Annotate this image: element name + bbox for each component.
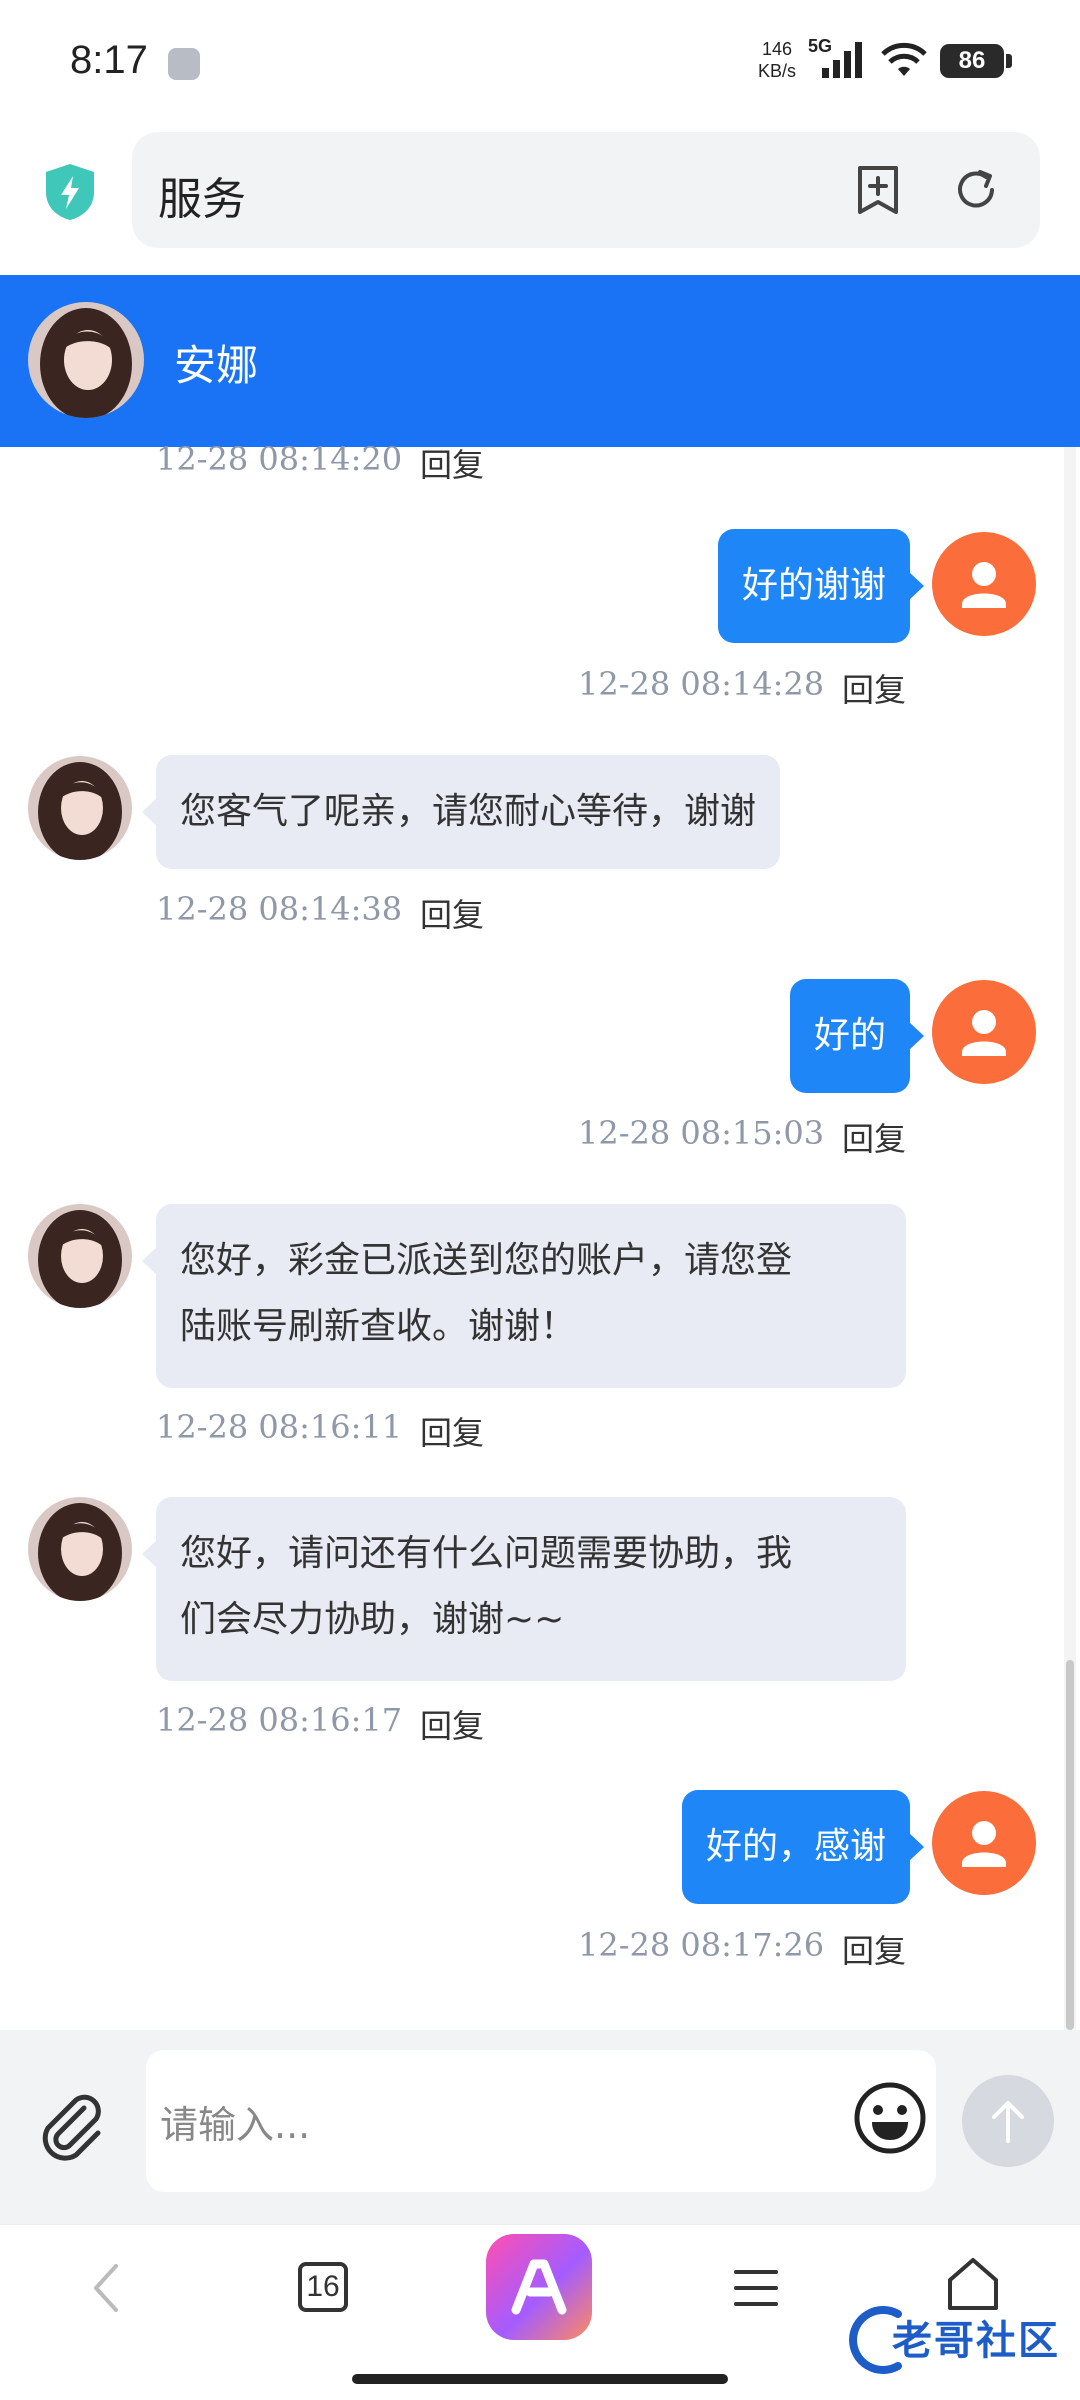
battery-level: 86 bbox=[940, 44, 1004, 78]
arrow-up-icon bbox=[992, 2101, 1024, 2143]
speed-value: 146 bbox=[761, 39, 793, 59]
message-timestamp: 12-28 08:14:28 bbox=[578, 665, 825, 703]
message-bubble-received[interactable]: 您客气了呢亲，请您耐心等待，谢谢 bbox=[141, 755, 781, 869]
chat-header bbox=[0, 275, 1080, 447]
home-indicator[interactable] bbox=[352, 2374, 728, 2384]
scrollbar[interactable] bbox=[1066, 1660, 1074, 2030]
network-type: 5G bbox=[808, 36, 833, 56]
agent-avatar[interactable] bbox=[28, 1497, 132, 1601]
shield-icon[interactable] bbox=[42, 162, 98, 222]
agent-name: 安娜 bbox=[174, 341, 259, 390]
user-avatar[interactable] bbox=[932, 1791, 1036, 1895]
message-bubble-received[interactable]: 您好，请问还有什么问题需要协助，我 们会尽力协助，谢谢~~ bbox=[142, 1497, 906, 1681]
watermark-text: 老哥社区 bbox=[892, 2318, 1060, 2364]
user-icon bbox=[962, 562, 1006, 608]
message-line: 们会尽力协助，谢谢~~ bbox=[180, 1599, 565, 1640]
status-time: 8:17 bbox=[70, 38, 148, 82]
network-speed: 146 KB/s bbox=[758, 38, 796, 82]
message-timestamp: 12-28 08:16:11 bbox=[156, 1408, 403, 1446]
agent-avatar[interactable] bbox=[28, 756, 132, 860]
user-avatar[interactable] bbox=[932, 532, 1036, 636]
emoji-icon[interactable] bbox=[852, 2080, 928, 2156]
message-timestamp: 12-28 08:14:38 bbox=[156, 890, 403, 928]
notification-icon bbox=[168, 48, 200, 80]
ai-logo-icon bbox=[511, 2259, 567, 2315]
attachment-icon[interactable] bbox=[34, 2088, 110, 2164]
message-line: 您好，彩金已派送到您的账户，请您登 bbox=[180, 1240, 793, 1281]
user-avatar[interactable] bbox=[932, 980, 1036, 1084]
message-bubble-received[interactable]: 您好，彩金已派送到您的账户，请您登 陆账号刷新查收。谢谢！ bbox=[142, 1204, 906, 1388]
url-text[interactable]: 服务 bbox=[158, 163, 246, 227]
message-timestamp: 12-28 08:14:20 bbox=[156, 440, 403, 478]
add-bookmark-icon[interactable] bbox=[852, 164, 904, 216]
status-bar: 8:17 146 KB/s 5G 86 bbox=[0, 0, 1080, 120]
message-timestamp: 12-28 08:17:26 bbox=[578, 1926, 825, 1964]
reply-link[interactable]: 回复 bbox=[842, 1114, 906, 1160]
tabs-button[interactable]: 16 bbox=[298, 2262, 348, 2312]
message-bubble-sent[interactable]: 好的，感谢 bbox=[681, 1790, 925, 1904]
reply-link[interactable]: 回复 bbox=[420, 1408, 484, 1454]
reply-link[interactable]: 回复 bbox=[420, 890, 484, 936]
agent-avatar[interactable] bbox=[28, 302, 144, 418]
reply-link[interactable]: 回复 bbox=[420, 1701, 484, 1747]
speed-unit: KB/s bbox=[758, 61, 797, 81]
back-icon[interactable] bbox=[84, 2258, 128, 2318]
input-placeholder[interactable]: 请输入... bbox=[160, 2094, 310, 2149]
message-line: 您好，请问还有什么问题需要协助，我 bbox=[180, 1533, 793, 1574]
message-timestamp: 12-28 08:15:03 bbox=[578, 1114, 825, 1152]
reply-link[interactable]: 回复 bbox=[420, 440, 484, 486]
user-icon bbox=[962, 1010, 1006, 1056]
message-bubble-sent[interactable]: 好的谢谢 bbox=[717, 529, 925, 643]
ai-assistant-button[interactable] bbox=[486, 2234, 592, 2340]
refresh-icon[interactable] bbox=[950, 164, 1002, 216]
message-bubble-sent[interactable]: 好的 bbox=[789, 979, 925, 1093]
message-timestamp: 12-28 08:16:17 bbox=[156, 1701, 403, 1739]
agent-avatar[interactable] bbox=[28, 1204, 132, 1308]
user-icon bbox=[962, 1821, 1006, 1867]
wifi-icon bbox=[881, 42, 927, 76]
message-line: 陆账号刷新查收。谢谢！ bbox=[180, 1306, 577, 1347]
reply-link[interactable]: 回复 bbox=[842, 665, 906, 711]
menu-icon[interactable] bbox=[732, 2266, 780, 2310]
send-button[interactable] bbox=[962, 2075, 1054, 2167]
battery-tip bbox=[1006, 54, 1012, 68]
reply-link[interactable]: 回复 bbox=[842, 1926, 906, 1972]
